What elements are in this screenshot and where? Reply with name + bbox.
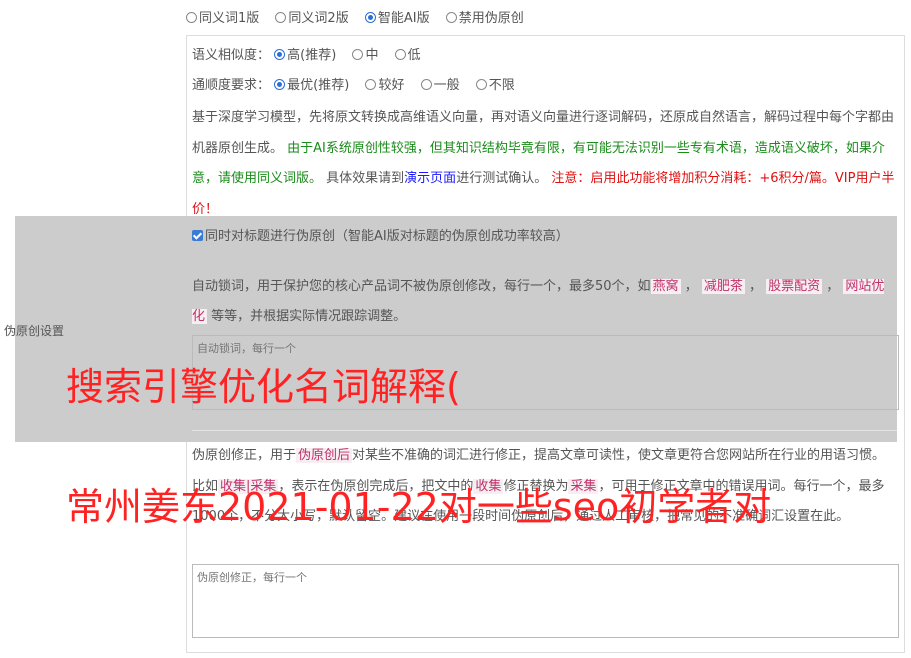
radio-icon[interactable] xyxy=(365,79,377,90)
correction-textarea[interactable] xyxy=(192,564,899,638)
example-tag: 伪原创后 xyxy=(296,448,353,463)
fluency-option-normal[interactable]: 一般 xyxy=(420,78,460,94)
radio-selected-icon[interactable] xyxy=(364,12,376,23)
radio-icon[interactable] xyxy=(475,79,487,90)
example-tag: 燕窝 xyxy=(650,279,681,294)
radio-icon[interactable] xyxy=(352,49,364,60)
mode-option-synonym2[interactable]: 同义词2版 xyxy=(275,11,349,27)
divider xyxy=(192,430,897,431)
overlay-text-line1: 搜索引擎优化名词解释( xyxy=(66,365,461,409)
checkbox-checked-icon[interactable] xyxy=(192,230,203,241)
lock-words-description: 自动锁词，用于保护您的核心产品词不被伪原创修改，每行一个，最多50个，如 燕窝 ，… xyxy=(192,279,885,324)
example-tag: 减肥茶 xyxy=(701,279,745,294)
overlay-text-line2: 常州姜东2021-01-22对一些seo初学者对 xyxy=(66,485,772,529)
similarity-option-medium[interactable]: 中 xyxy=(352,48,378,64)
mode-option-disable[interactable]: 禁用伪原创 xyxy=(445,11,524,27)
similarity-option-high[interactable]: 高(推荐) xyxy=(274,48,336,64)
radio-selected-icon[interactable] xyxy=(274,49,286,60)
radio-icon[interactable] xyxy=(445,12,457,23)
fluency-option-good[interactable]: 较好 xyxy=(365,78,404,94)
demo-page-link[interactable]: 演示页面 xyxy=(404,171,456,186)
similarity-option-low[interactable]: 低 xyxy=(394,48,421,64)
mode-radio-group: 同义词1版 同义词2版 智能AI版 禁用伪原创 xyxy=(186,11,536,27)
ai-description: 基于深度学习模型，先将原文转换成高维语义向量，再对语义向量进行逐词解码，还原成自… xyxy=(192,110,895,217)
title-rewrite-checkbox[interactable]: 同时对标题进行伪原创（智能AI版对标题的伪原创成功率较高） xyxy=(192,229,569,245)
fluency-option-any[interactable]: 不限 xyxy=(475,78,515,94)
radio-icon[interactable] xyxy=(394,49,406,60)
radio-icon[interactable] xyxy=(186,12,197,23)
fluency-option-best[interactable]: 最优(推荐) xyxy=(274,78,349,94)
radio-icon[interactable] xyxy=(420,79,432,90)
radio-selected-icon[interactable] xyxy=(274,79,286,90)
radio-icon[interactable] xyxy=(275,12,287,23)
mode-option-synonym1[interactable]: 同义词1版 xyxy=(186,11,259,27)
mode-option-ai[interactable]: 智能AI版 xyxy=(364,11,430,27)
example-tag: 股票配资 xyxy=(766,279,823,294)
section-label: 伪原创设置 xyxy=(4,324,65,338)
fluency-row: 通顺度要求： 最优(推荐) 较好 一般 不限 xyxy=(192,78,515,94)
similarity-row: 语义相似度： 高(推荐) 中 低 xyxy=(192,48,421,64)
